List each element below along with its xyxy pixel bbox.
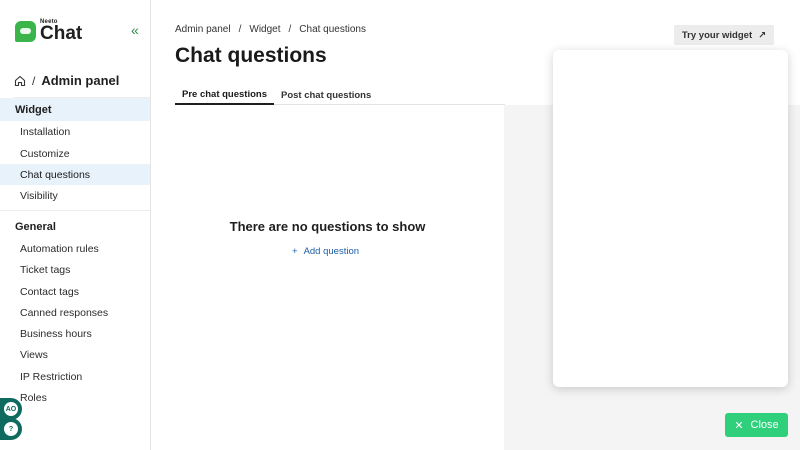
try-widget-label: Try your widget xyxy=(681,29,753,41)
external-link-icon: ↗ xyxy=(758,29,767,41)
try-your-widget-button[interactable]: Try your widget ↗ xyxy=(674,25,774,45)
sidebar-item-installation[interactable]: Installation xyxy=(0,121,150,142)
breadcrumb-admin-panel[interactable]: Admin panel xyxy=(175,24,231,35)
help-button[interactable]: ? xyxy=(0,418,22,440)
sidebar-item-chat-questions[interactable]: Chat questions xyxy=(0,164,150,185)
sidebar-item-roles[interactable]: Roles xyxy=(0,387,150,408)
close-label: Close xyxy=(750,419,779,431)
chat-logo-icon xyxy=(15,20,36,42)
sidebar-item-contact-tags[interactable]: Contact tags xyxy=(0,281,150,302)
sidebar-item-ip-restriction[interactable]: IP Restriction xyxy=(0,366,150,387)
close-widget-button[interactable]: ✕ Close xyxy=(725,413,788,437)
chat-widget-preview[interactable] xyxy=(553,50,788,387)
neeto-chat-logo[interactable]: Neeto Chat xyxy=(15,19,82,43)
collapse-sidebar-icon[interactable]: « xyxy=(131,23,139,37)
sidebar-item-ticket-tags[interactable]: Ticket tags xyxy=(0,259,150,280)
breadcrumb: Admin panel / Widget / Chat questions xyxy=(175,24,366,35)
breadcrumb-separator: / xyxy=(288,24,292,35)
empty-state-title: There are no questions to show xyxy=(229,219,426,234)
help-icon: ? xyxy=(3,421,19,437)
section-widget[interactable]: Widget xyxy=(0,98,150,121)
plus-icon: + xyxy=(292,246,298,257)
sidebar-item-automation-rules[interactable]: Automation rules xyxy=(0,238,150,259)
section-general[interactable]: General xyxy=(0,215,150,238)
sidebar-item-canned-responses[interactable]: Canned responses xyxy=(0,302,150,323)
close-icon: ✕ xyxy=(734,419,744,432)
breadcrumb-widget[interactable]: Widget xyxy=(249,24,280,35)
sidebar-item-business-hours[interactable]: Business hours xyxy=(0,323,150,344)
breadcrumb-separator: / xyxy=(238,24,242,35)
question-tabs: Pre chat questions Post chat questions xyxy=(175,85,505,105)
home-icon xyxy=(14,75,26,86)
admin-panel-title: Admin panel xyxy=(41,73,120,88)
tab-pre-chat-questions[interactable]: Pre chat questions xyxy=(175,85,274,105)
breadcrumb-chat-questions: Chat questions xyxy=(299,24,366,35)
sidebar-item-customize[interactable]: Customize xyxy=(0,143,150,164)
page-title: Chat questions xyxy=(175,44,327,67)
avatar: AO xyxy=(3,401,19,417)
sidebar-divider xyxy=(0,210,150,211)
tab-post-chat-questions[interactable]: Post chat questions xyxy=(274,85,378,105)
user-avatar-button[interactable]: AO xyxy=(0,398,22,420)
sidebar-item-views[interactable]: Views xyxy=(0,344,150,365)
sidebar: Neeto Chat « / Admin panel Widget Instal… xyxy=(0,0,151,450)
sidebar-item-visibility[interactable]: Visibility xyxy=(0,185,150,206)
add-question-label: Add question xyxy=(303,246,360,257)
logo-brand-big: Chat xyxy=(40,23,83,44)
admin-panel-header[interactable]: / Admin panel xyxy=(14,64,150,98)
home-separator: / xyxy=(32,73,36,88)
add-question-button[interactable]: + Add question xyxy=(292,246,359,257)
